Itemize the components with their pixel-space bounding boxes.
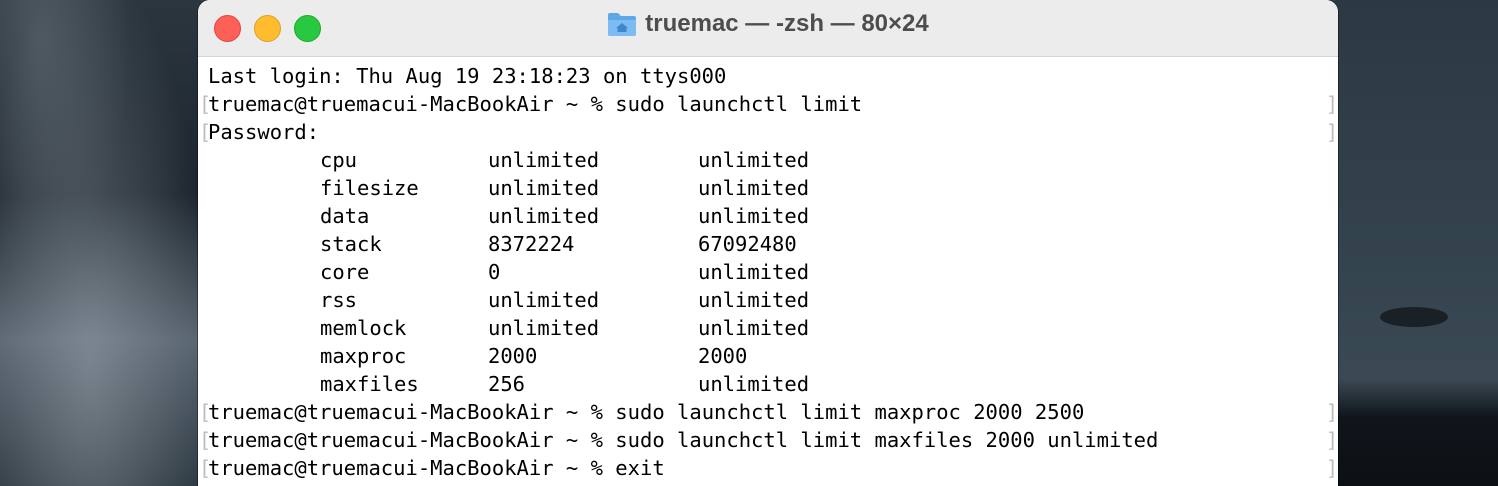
prompt-mark-right: ] <box>1325 120 1338 144</box>
desktop-wallpaper-left <box>0 0 200 486</box>
title-bar[interactable]: truemac — -zsh — 80×24 <box>198 0 1338 57</box>
terminal-line: [truemac@truemacui-MacBookAir ~ % sudo l… <box>199 400 1338 424</box>
folder-home-icon <box>608 13 637 36</box>
limit-name: rss <box>320 288 358 312</box>
wallpaper-rock <box>1380 307 1448 327</box>
terminal-line: [truemac@truemacui-MacBookAir ~ % exit] <box>199 456 1338 480</box>
limit-soft: 2000 <box>488 344 538 368</box>
prompt-mark-left: [ <box>199 92 212 116</box>
limit-hard: unlimited <box>698 316 810 340</box>
limit-soft: 0 <box>488 260 501 284</box>
window-title-text: truemac — -zsh — 80×24 <box>645 10 929 37</box>
limit-soft: unlimited <box>488 288 600 312</box>
terminal-line: [Password:] <box>199 120 1338 144</box>
limit-name: filesize <box>320 176 419 200</box>
prompt-mark-left: [ <box>199 428 212 452</box>
limit-hard: unlimited <box>698 372 810 396</box>
limit-row: rss unlimited unlimited <box>208 286 1338 314</box>
limit-name: memlock <box>320 316 407 340</box>
limit-name: data <box>320 204 370 228</box>
terminal-line: [truemac@truemacui-MacBookAir ~ % sudo l… <box>199 92 1338 116</box>
terminal-output[interactable]: Last login: Thu Aug 19 23:18:23 on ttys0… <box>198 57 1338 482</box>
limit-hard: unlimited <box>698 176 810 200</box>
terminal-window: truemac — -zsh — 80×24 Last login: Thu A… <box>198 0 1338 486</box>
limit-soft: unlimited <box>488 148 600 172</box>
limit-row: cpu unlimited unlimited <box>208 146 1338 174</box>
limit-hard: unlimited <box>698 288 810 312</box>
limit-name: maxfiles <box>320 372 419 396</box>
limit-soft: unlimited <box>488 204 600 228</box>
limit-row: data unlimited unlimited <box>208 202 1338 230</box>
limit-row: maxfiles 256 unlimited <box>208 370 1338 398</box>
limit-hard: unlimited <box>698 148 810 172</box>
limit-soft: unlimited <box>488 176 600 200</box>
prompt-mark-right: ] <box>1325 456 1338 480</box>
limit-soft: unlimited <box>488 316 600 340</box>
desktop-wallpaper-right <box>1336 0 1498 486</box>
limit-row: memlock unlimited unlimited <box>208 314 1338 342</box>
limit-row: stack 8372224 67092480 <box>208 230 1338 258</box>
limit-hard: unlimited <box>698 204 810 228</box>
prompt-mark-left: [ <box>199 456 212 480</box>
prompt-mark-right: ] <box>1325 400 1338 424</box>
window-title: truemac — -zsh — 80×24 <box>198 10 1338 38</box>
limit-soft: 8372224 <box>488 232 575 256</box>
prompt-mark-left: [ <box>199 120 212 144</box>
limit-hard: 67092480 <box>698 232 797 256</box>
prompt-mark-left: [ <box>199 400 212 424</box>
limit-name: core <box>320 260 370 284</box>
limit-row: filesize unlimited unlimited <box>208 174 1338 202</box>
limit-row: core 0 unlimited <box>208 258 1338 286</box>
limit-soft: 256 <box>488 372 526 396</box>
limit-name: maxproc <box>320 344 407 368</box>
terminal-line: [truemac@truemacui-MacBookAir ~ % sudo l… <box>199 428 1338 452</box>
limit-name: cpu <box>320 148 358 172</box>
prompt-mark-right: ] <box>1325 428 1338 452</box>
prompt-mark-right: ] <box>1325 92 1338 116</box>
limit-hard: unlimited <box>698 260 810 284</box>
limit-name: stack <box>320 232 382 256</box>
limit-row: maxproc 2000 2000 <box>208 342 1338 370</box>
terminal-line: Last login: Thu Aug 19 23:18:23 on ttys0… <box>208 64 727 88</box>
limit-hard: 2000 <box>698 344 748 368</box>
